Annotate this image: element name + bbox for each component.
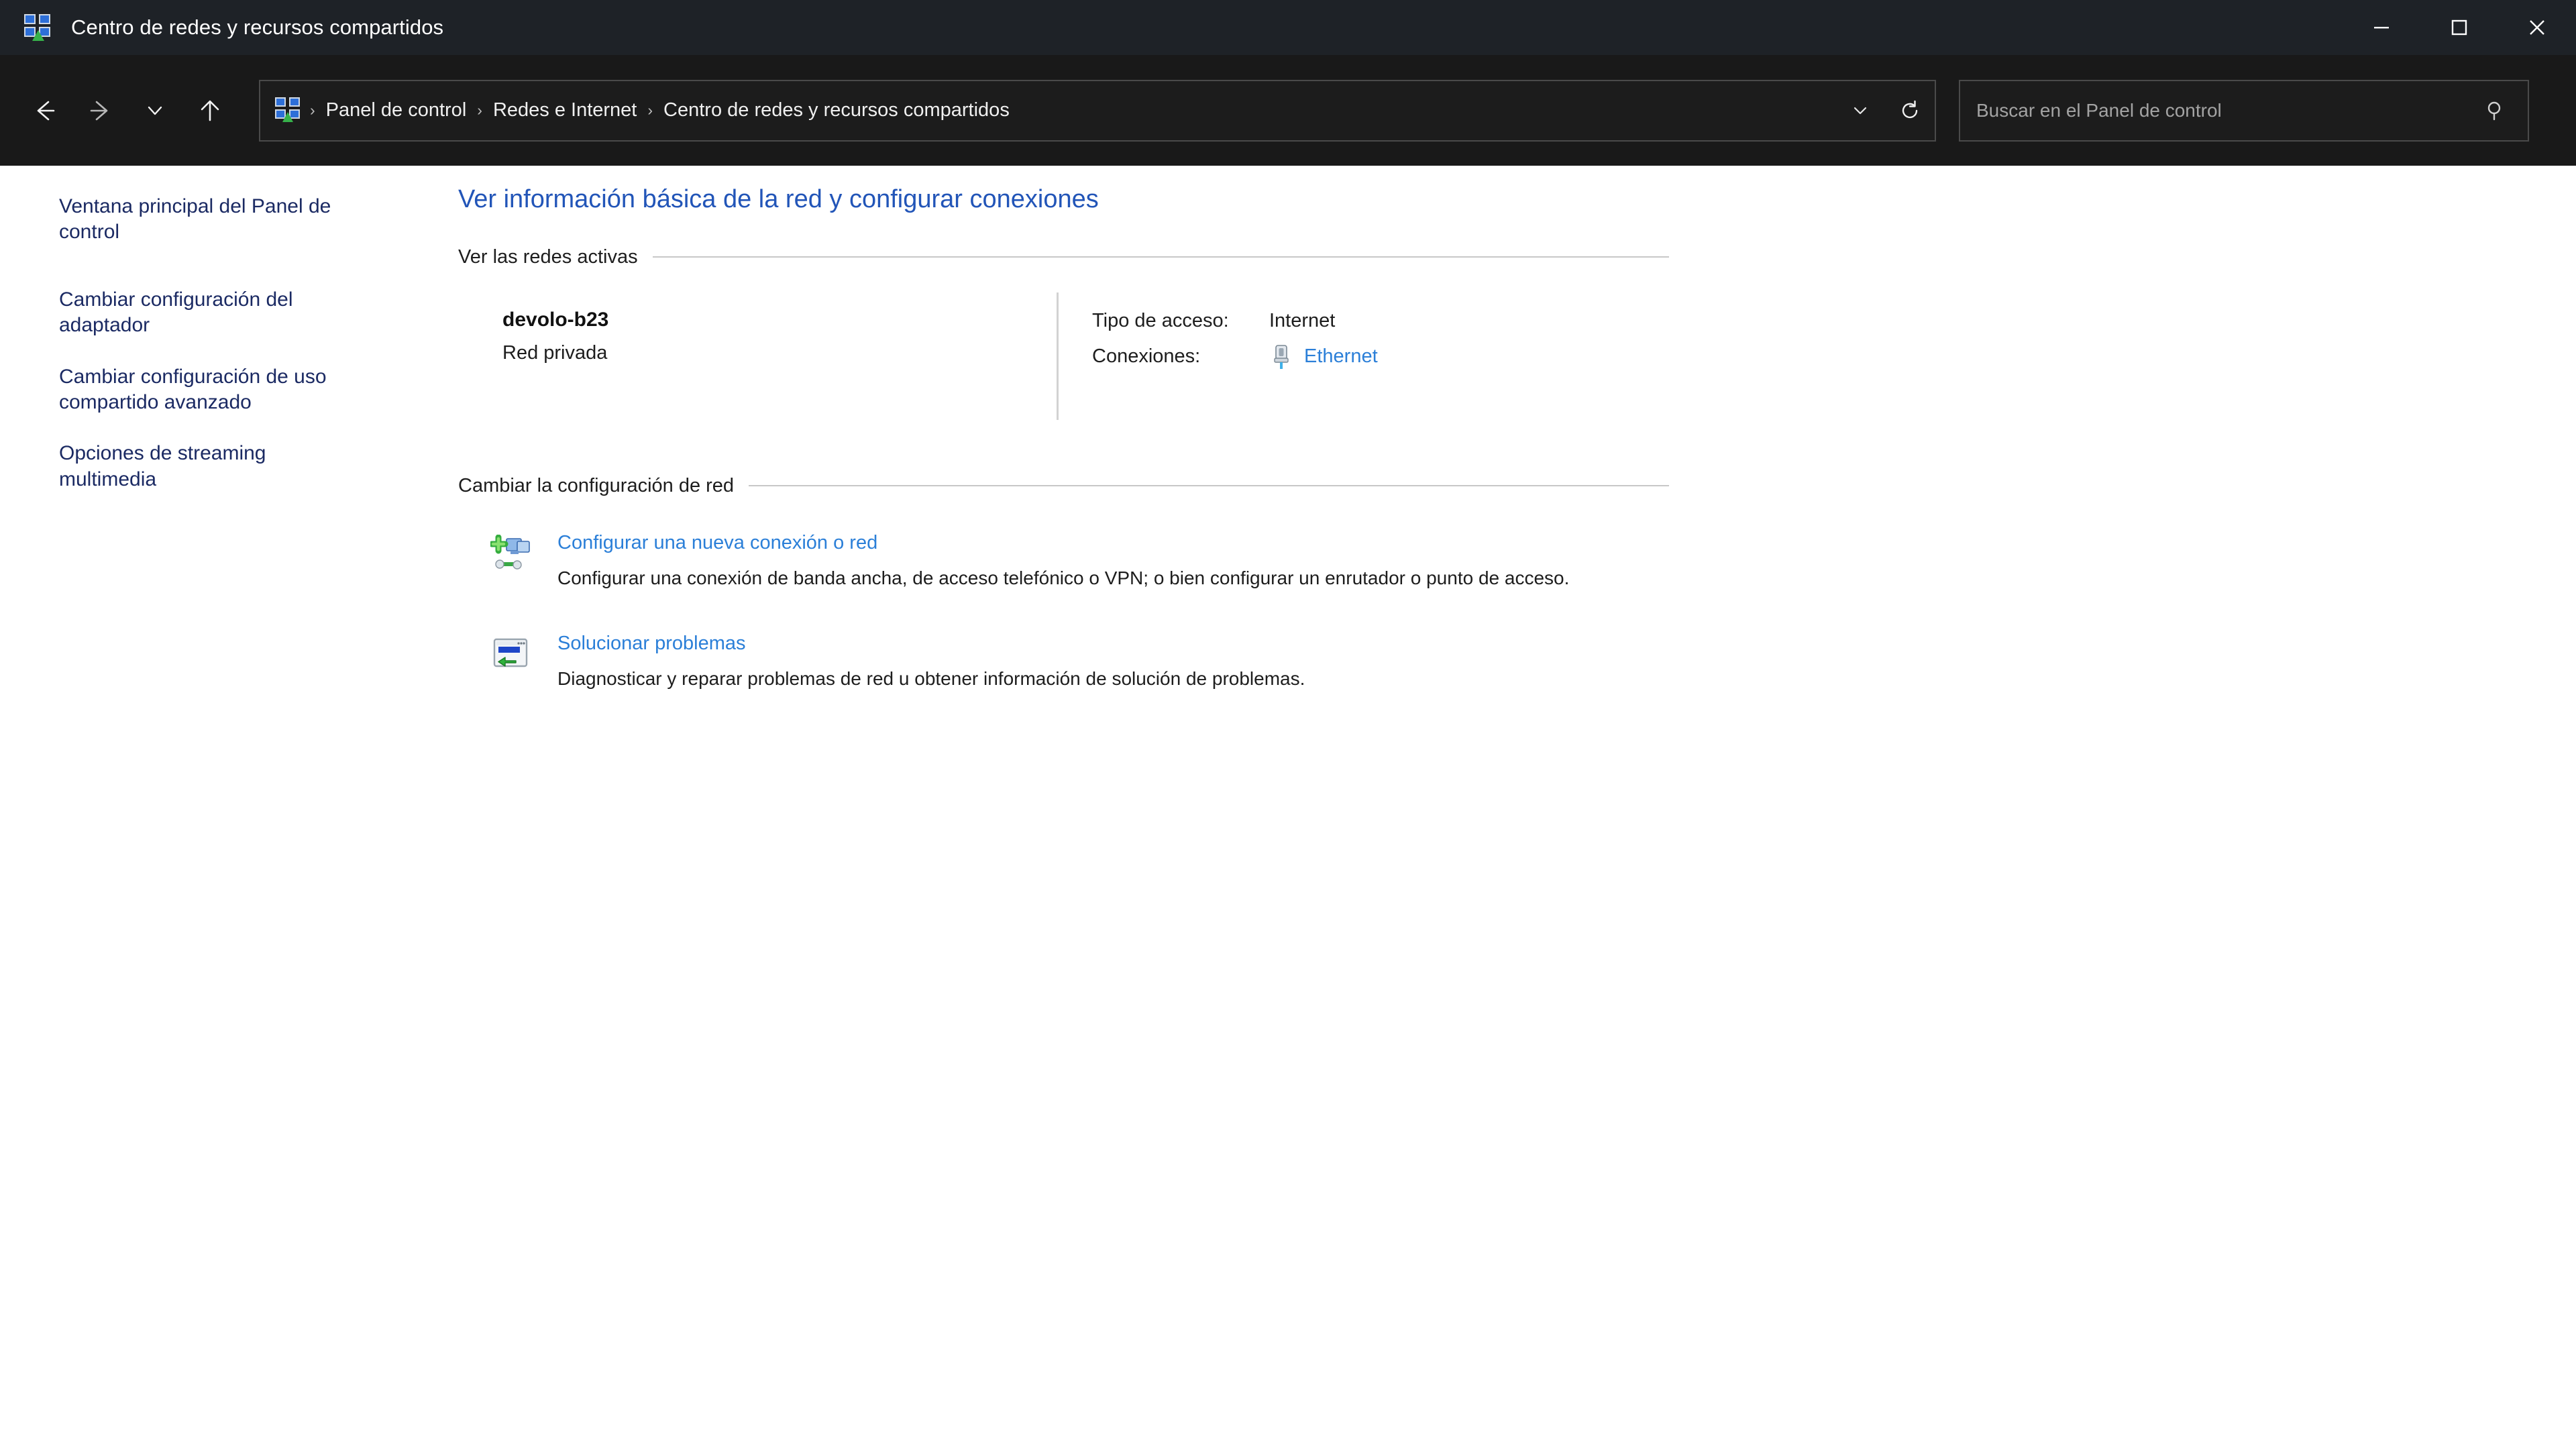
chevron-down-icon xyxy=(1854,107,1867,114)
field-label: Tipo de acceso: xyxy=(1092,309,1229,331)
minimize-button[interactable] xyxy=(2343,0,2420,55)
chevron-down-icon xyxy=(148,106,162,115)
task-troubleshoot[interactable]: Solucionar problemas Diagnosticar y repa… xyxy=(458,633,2471,692)
section-header-active-networks: Ver las redes activas xyxy=(458,246,1669,268)
up-arrow-icon xyxy=(201,100,219,121)
page-title: Ver información básica de la red y confi… xyxy=(458,185,1099,213)
network-sharing-icon xyxy=(23,13,52,42)
section-title: Ver las redes activas xyxy=(458,246,638,268)
section-divider xyxy=(652,256,1669,258)
close-button[interactable] xyxy=(2498,0,2576,55)
search-box[interactable]: Buscar en el Panel de control xyxy=(1959,79,2529,142)
content-area: Ventana principal del Panel de control C… xyxy=(0,166,2576,1449)
breadcrumb: › Panel de control › Redes e Internet › … xyxy=(302,99,1835,121)
field-connections: Conexiones: Ethernet xyxy=(1092,343,1378,370)
setup-new-connection-link[interactable]: Configurar una nueva conexión o red xyxy=(557,532,877,554)
refresh-button[interactable] xyxy=(1885,81,1935,140)
troubleshoot-icon xyxy=(490,635,533,676)
breadcrumb-separator: › xyxy=(310,101,315,119)
navigation-bar: › Panel de control › Redes e Internet › … xyxy=(0,55,2576,166)
window-title: Centro de redes y recursos compartidos xyxy=(71,15,444,39)
window-titlebar: Centro de redes y recursos compartidos xyxy=(0,0,2576,55)
troubleshoot-link[interactable]: Solucionar problemas xyxy=(557,633,745,655)
sidebar-item-control-panel-home[interactable]: Ventana principal del Panel de control xyxy=(0,194,376,246)
field-access-type: Tipo de acceso: Internet xyxy=(1092,310,1378,332)
task-setup-new-connection[interactable]: Configurar una nueva conexión o red Conf… xyxy=(458,532,2471,592)
network-identity: devolo-b23 Red privada xyxy=(458,309,1057,364)
window-controls xyxy=(2343,0,2576,55)
task-text: Solucionar problemas Diagnosticar y repa… xyxy=(557,633,1305,692)
network-name: devolo-b23 xyxy=(502,308,609,331)
breadcrumb-item-panel-de-control[interactable]: Panel de control xyxy=(323,99,470,121)
recent-locations-button[interactable] xyxy=(127,83,182,138)
sidebar-item-media-streaming-options[interactable]: Opciones de streaming multimedia xyxy=(0,441,376,492)
minimize-icon xyxy=(2374,27,2389,29)
main-panel: Ver información básica de la red y confi… xyxy=(458,166,2471,692)
setup-new-connection-description: Configurar una conexión de banda ancha, … xyxy=(557,567,1570,588)
address-bar-actions xyxy=(1835,81,1935,140)
address-history-button[interactable] xyxy=(1835,81,1885,140)
section-title: Cambiar la configuración de red xyxy=(458,474,735,496)
address-bar[interactable]: › Panel de control › Redes e Internet › … xyxy=(259,79,1936,142)
task-text: Configurar una nueva conexión o red Conf… xyxy=(557,532,1569,592)
troubleshoot-description: Diagnosticar y reparar problemas de red … xyxy=(557,668,1305,690)
sidebar-item-advanced-sharing-settings[interactable]: Cambiar configuración de uso compartido … xyxy=(0,364,376,416)
sidebar-item-change-adapter-settings[interactable]: Cambiar configuración del adaptador xyxy=(0,287,376,339)
search-input[interactable]: Buscar en el Panel de control xyxy=(1976,100,2222,121)
active-network-row: devolo-b23 Red privada Tipo de acceso: I… xyxy=(458,292,2471,420)
nav-buttons-group xyxy=(17,83,237,138)
breadcrumb-item-centro-de-redes[interactable]: Centro de redes y recursos compartidos xyxy=(661,99,1012,121)
sidebar: Ventana principal del Panel de control C… xyxy=(0,166,443,518)
forward-arrow-icon xyxy=(90,101,108,120)
breadcrumb-separator: › xyxy=(477,101,482,119)
field-label: Conexiones: xyxy=(1092,345,1201,368)
refresh-icon xyxy=(1902,100,1918,118)
field-value: Internet xyxy=(1269,309,1336,331)
maximize-button[interactable] xyxy=(2420,0,2498,55)
ethernet-connector-icon xyxy=(1269,343,1293,370)
network-sharing-icon xyxy=(275,97,302,124)
section-divider xyxy=(749,485,1669,487)
maximize-icon xyxy=(2451,19,2467,36)
breadcrumb-item-redes-e-internet[interactable]: Redes e Internet xyxy=(490,99,639,121)
close-icon xyxy=(2530,20,2544,35)
section-header-change-settings: Cambiar la configuración de red xyxy=(458,475,1669,497)
ethernet-link[interactable]: Ethernet xyxy=(1304,345,1378,368)
network-details: Tipo de acceso: Internet Conexiones: Eth… xyxy=(1059,309,1378,382)
up-button[interactable] xyxy=(182,83,237,138)
back-button[interactable] xyxy=(17,83,72,138)
back-arrow-icon xyxy=(37,101,55,120)
network-profile-type: Red privada xyxy=(502,341,608,364)
breadcrumb-separator: › xyxy=(647,101,653,119)
search-icon xyxy=(2483,98,2509,123)
new-connection-icon xyxy=(488,534,533,575)
forward-button[interactable] xyxy=(72,83,127,138)
